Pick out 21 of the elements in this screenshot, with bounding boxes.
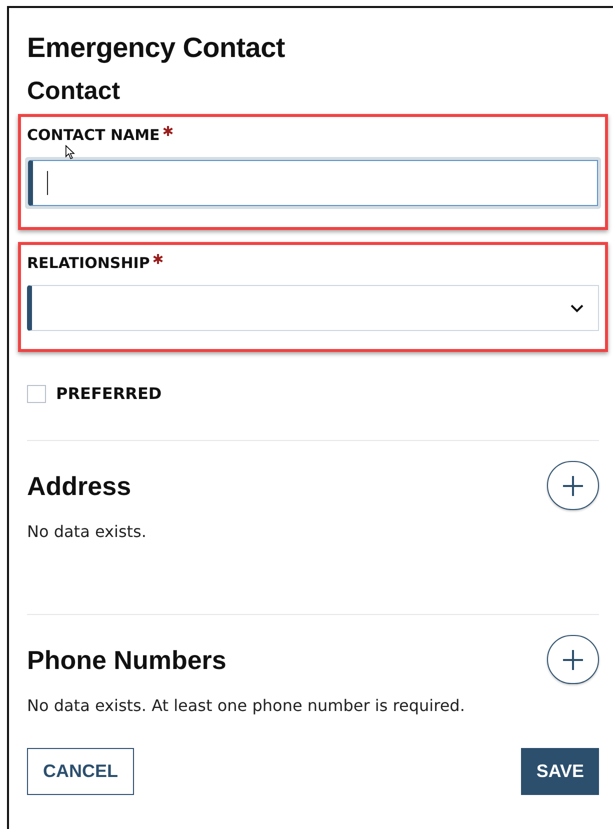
mouse-pointer-icon	[65, 145, 75, 160]
field-label: CONTACT NAME	[27, 125, 160, 145]
cancel-button[interactable]: CANCEL	[27, 748, 134, 795]
section-heading: Address	[27, 470, 132, 500]
section-title: Contact	[27, 76, 122, 106]
save-button[interactable]: SAVE	[521, 748, 599, 795]
field-label: RELATIONSHIP	[27, 253, 150, 273]
empty-message: No data exists.	[27, 521, 148, 543]
add-button[interactable]	[547, 461, 599, 510]
plus-icon	[562, 648, 584, 670]
plus-icon	[562, 474, 584, 496]
add-button[interactable]	[547, 635, 599, 684]
chevron-down-icon	[570, 304, 584, 312]
dialog-title: Emergency Contact	[27, 31, 286, 65]
section-heading: Phone Numbers	[27, 644, 226, 674]
checkbox[interactable]	[27, 385, 46, 403]
text-cursor-icon	[47, 171, 48, 195]
empty-message: No data exists. At least one phone number is required.	[27, 695, 466, 717]
checkbox-label: PREFERRED	[56, 383, 162, 405]
dropdown-field[interactable]	[27, 285, 599, 331]
input-field[interactable]	[28, 160, 598, 206]
